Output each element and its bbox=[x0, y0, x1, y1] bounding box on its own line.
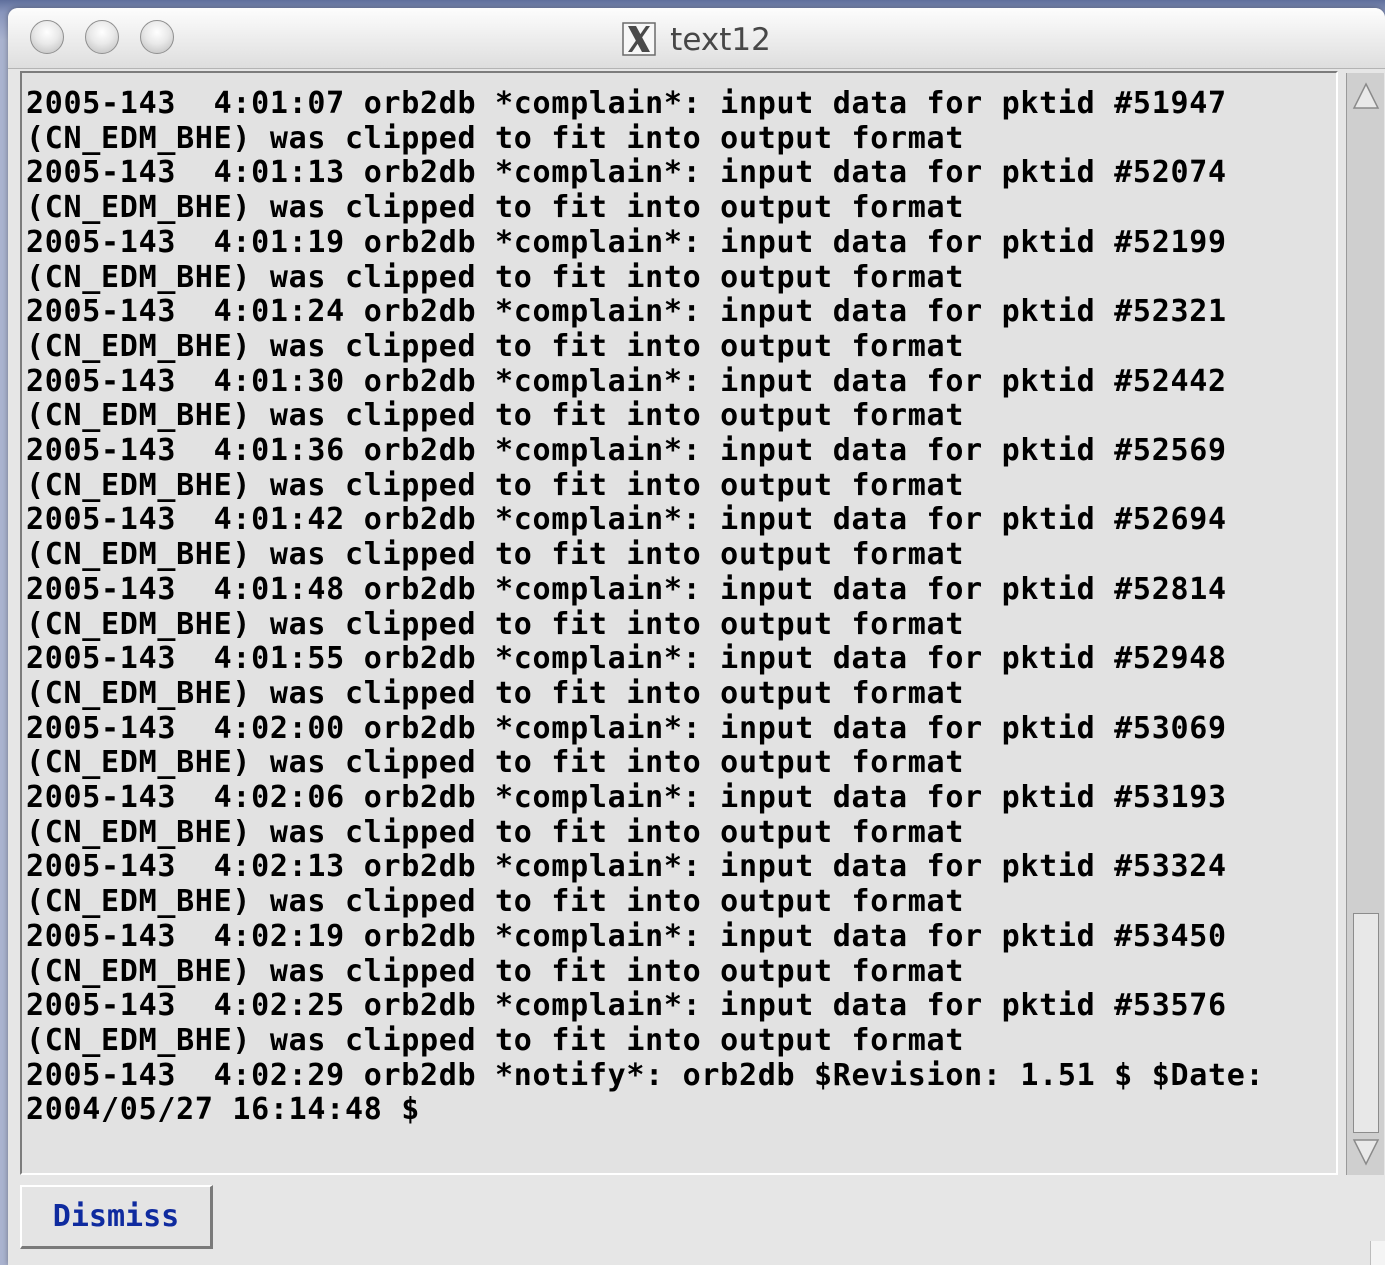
arrow-down-icon[interactable] bbox=[1351, 1137, 1381, 1167]
log-line: 2005-143 4:02:29 orb2db *notify*: orb2db… bbox=[26, 1057, 1265, 1093]
log-line: (CN_EDM_BHE) was clipped to fit into out… bbox=[26, 259, 965, 295]
log-line: (CN_EDM_BHE) was clipped to fit into out… bbox=[26, 675, 965, 711]
log-text: 2005-143 4:01:07 orb2db *complain*: inpu… bbox=[22, 73, 1336, 1128]
log-text-area[interactable]: 2005-143 4:01:07 orb2db *complain*: inpu… bbox=[20, 71, 1338, 1175]
scrollbar-thumb[interactable] bbox=[1353, 913, 1379, 1133]
log-line: (CN_EDM_BHE) was clipped to fit into out… bbox=[26, 190, 965, 226]
log-line: 2005-143 4:01:19 orb2db *complain*: inpu… bbox=[26, 224, 1227, 260]
log-line: 2005-143 4:01:42 orb2db *complain*: inpu… bbox=[26, 502, 1227, 538]
log-line: 2005-143 4:01:30 orb2db *complain*: inpu… bbox=[26, 363, 1227, 399]
log-line: 2005-143 4:01:36 orb2db *complain*: inpu… bbox=[26, 433, 1227, 469]
log-line: (CN_EDM_BHE) was clipped to fit into out… bbox=[26, 398, 965, 434]
resize-grip[interactable] bbox=[1370, 1241, 1385, 1265]
log-line: (CN_EDM_BHE) was clipped to fit into out… bbox=[26, 606, 965, 642]
log-line: 2004/05/27 16:14:48 $ bbox=[26, 1092, 420, 1128]
log-line: 2005-143 4:01:13 orb2db *complain*: inpu… bbox=[26, 155, 1227, 191]
log-line: (CN_EDM_BHE) was clipped to fit into out… bbox=[26, 1022, 965, 1058]
arrow-up-icon[interactable] bbox=[1351, 81, 1381, 111]
log-line: (CN_EDM_BHE) was clipped to fit into out… bbox=[26, 745, 965, 781]
log-line: 2005-143 4:02:13 orb2db *complain*: inpu… bbox=[26, 849, 1227, 885]
log-line: (CN_EDM_BHE) was clipped to fit into out… bbox=[26, 537, 965, 573]
window-title: text12 bbox=[670, 22, 771, 58]
log-line: 2005-143 4:01:07 orb2db *complain*: inpu… bbox=[26, 86, 1227, 121]
vertical-scrollbar[interactable] bbox=[1346, 73, 1384, 1175]
log-line: (CN_EDM_BHE) was clipped to fit into out… bbox=[26, 120, 965, 156]
dismiss-button[interactable]: Dismiss bbox=[20, 1185, 213, 1249]
log-line: (CN_EDM_BHE) was clipped to fit into out… bbox=[26, 884, 965, 920]
log-line: 2005-143 4:01:48 orb2db *complain*: inpu… bbox=[26, 571, 1227, 607]
log-line: (CN_EDM_BHE) was clipped to fit into out… bbox=[26, 814, 965, 850]
log-line: (CN_EDM_BHE) was clipped to fit into out… bbox=[26, 328, 965, 364]
log-line: 2005-143 4:02:19 orb2db *complain*: inpu… bbox=[26, 918, 1227, 954]
text12-window: text12 2005-143 4:01:07 orb2db *complain… bbox=[8, 8, 1385, 1265]
log-line: 2005-143 4:02:25 orb2db *complain*: inpu… bbox=[26, 988, 1227, 1024]
log-line: (CN_EDM_BHE) was clipped to fit into out… bbox=[26, 467, 965, 503]
title-bar[interactable]: text12 bbox=[8, 8, 1385, 69]
log-line: 2005-143 4:01:55 orb2db *complain*: inpu… bbox=[26, 641, 1227, 677]
log-line: (CN_EDM_BHE) was clipped to fit into out… bbox=[26, 953, 965, 989]
log-line: 2005-143 4:02:06 orb2db *complain*: inpu… bbox=[26, 780, 1227, 816]
log-line: 2005-143 4:01:24 orb2db *complain*: inpu… bbox=[26, 294, 1227, 330]
log-line: 2005-143 4:02:00 orb2db *complain*: inpu… bbox=[26, 710, 1227, 746]
x11-icon bbox=[622, 22, 656, 56]
window-title-group: text12 bbox=[8, 22, 1385, 58]
